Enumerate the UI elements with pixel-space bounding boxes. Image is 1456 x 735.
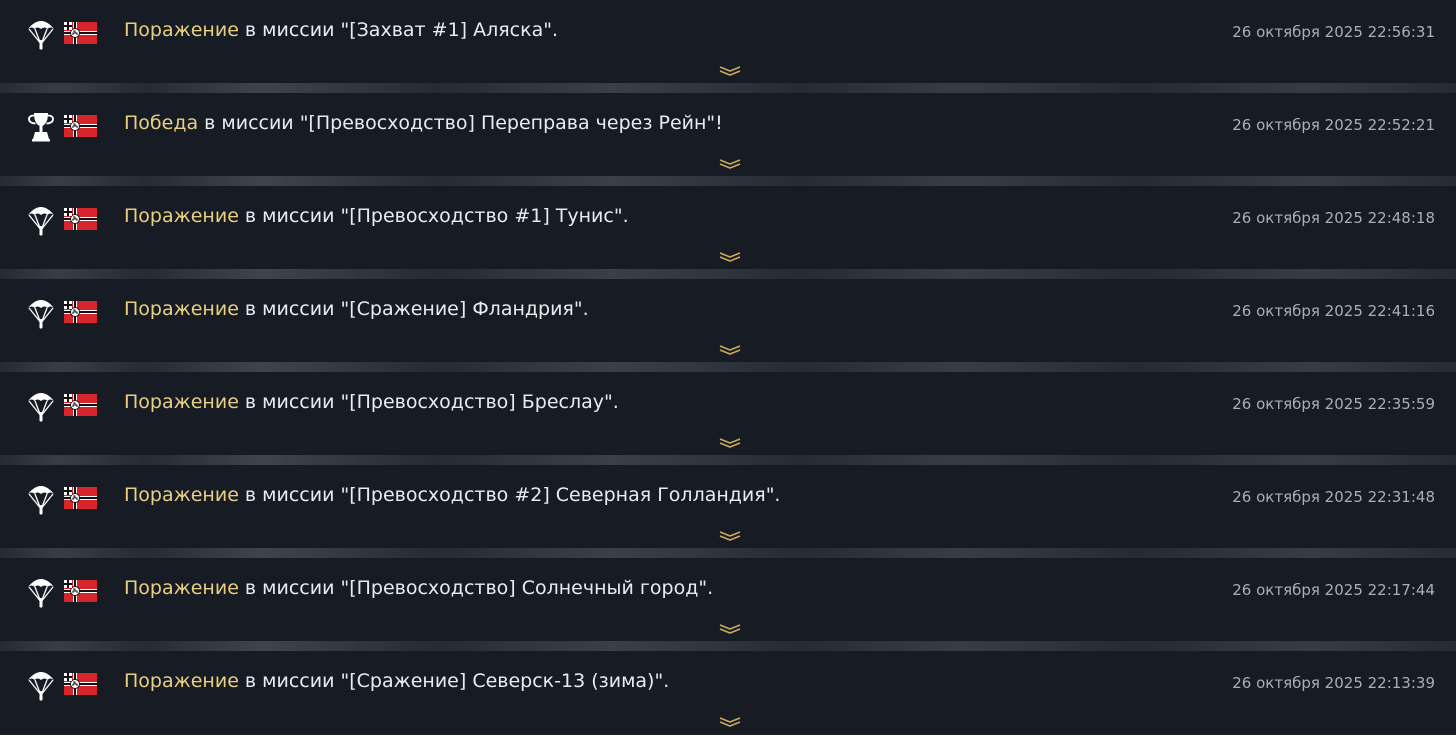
row-divider — [0, 269, 1456, 279]
war-ensign-flag-icon — [64, 487, 97, 509]
entry-message: Поражение в миссии "[Захват #1] Аляска". — [124, 17, 558, 43]
entry-result: Поражение — [124, 484, 239, 506]
entry-text: в миссии "[Сражение] Северск-13 (зима)". — [238, 670, 670, 692]
parachute-icon — [26, 387, 56, 423]
row-divider — [0, 176, 1456, 186]
war-ensign-flag-icon — [64, 394, 97, 416]
trophy-icon — [26, 108, 56, 144]
entry-result: Поражение — [124, 205, 239, 227]
entry-result: Поражение — [124, 391, 239, 413]
parachute-icon — [26, 573, 56, 609]
war-ensign-flag-icon — [64, 208, 97, 230]
entry-timestamp: 26 октября 2025 22:31:48 — [1232, 488, 1435, 506]
entry-text: в миссии "[Сражение] Фландрия". — [238, 298, 589, 320]
double-chevron-down-icon[interactable] — [719, 345, 741, 355]
entry-result: Поражение — [124, 298, 239, 320]
war-ensign-flag-icon — [64, 673, 97, 695]
entry-timestamp: 26 октября 2025 22:17:44 — [1232, 581, 1435, 599]
entry-result: Победа — [124, 112, 199, 134]
double-chevron-down-icon[interactable] — [719, 66, 741, 76]
entry-text: в миссии "[Превосходство] Переправа чере… — [198, 112, 723, 134]
entry-message: Поражение в миссии "[Сражение] Фландрия"… — [124, 296, 589, 322]
battle-log-feed: Поражение в миссии "[Захват #1] Аляска".… — [0, 0, 1456, 735]
entry-timestamp: 26 октября 2025 22:35:59 — [1232, 395, 1435, 413]
entry-result: Поражение — [124, 577, 239, 599]
double-chevron-down-icon[interactable] — [719, 252, 741, 262]
entry-result: Поражение — [124, 19, 239, 41]
entry-timestamp: 26 октября 2025 22:56:31 — [1232, 23, 1435, 41]
log-entry[interactable]: Поражение в миссии "[Превосходство] Брес… — [0, 372, 1456, 455]
entry-text: в миссии "[Превосходство] Солнечный горо… — [238, 577, 714, 599]
log-entry[interactable]: Поражение в миссии "[Превосходство] Солн… — [0, 558, 1456, 641]
entry-message: Поражение в миссии "[Превосходство] Солн… — [124, 575, 713, 601]
entry-text: в миссии "[Превосходство #1] Тунис". — [238, 205, 629, 227]
entry-timestamp: 26 октября 2025 22:48:18 — [1232, 209, 1435, 227]
log-entry[interactable]: Победа в миссии "[Превосходство] Перепра… — [0, 93, 1456, 176]
entry-timestamp: 26 октября 2025 22:41:16 — [1232, 302, 1435, 320]
entry-text: в миссии "[Превосходство #2] Северная Го… — [238, 484, 781, 506]
row-divider — [0, 83, 1456, 93]
log-entry[interactable]: Поражение в миссии "[Захват #1] Аляска".… — [0, 0, 1456, 83]
double-chevron-down-icon[interactable] — [719, 624, 741, 634]
double-chevron-down-icon[interactable] — [719, 717, 741, 727]
double-chevron-down-icon[interactable] — [719, 438, 741, 448]
war-ensign-flag-icon — [64, 301, 97, 323]
entry-text: в миссии "[Превосходство] Бреслау". — [238, 391, 619, 413]
war-ensign-flag-icon — [64, 580, 97, 602]
entry-text: в миссии "[Захват #1] Аляска". — [238, 19, 559, 41]
entry-timestamp: 26 октября 2025 22:13:39 — [1232, 674, 1435, 692]
log-entry[interactable]: Поражение в миссии "[Сражение] Фландрия"… — [0, 279, 1456, 362]
entry-message: Победа в миссии "[Превосходство] Перепра… — [124, 110, 723, 136]
war-ensign-flag-icon — [64, 22, 97, 44]
parachute-icon — [26, 294, 56, 330]
row-divider — [0, 548, 1456, 558]
log-entry[interactable]: Поражение в миссии "[Сражение] Северск-1… — [0, 651, 1456, 734]
log-entry[interactable]: Поражение в миссии "[Превосходство #1] Т… — [0, 186, 1456, 269]
entry-message: Поражение в миссии "[Превосходство #1] Т… — [124, 203, 629, 229]
entry-message: Поражение в миссии "[Превосходство] Брес… — [124, 389, 619, 415]
row-divider — [0, 362, 1456, 372]
row-divider — [0, 641, 1456, 651]
war-ensign-flag-icon — [64, 115, 97, 137]
row-divider — [0, 455, 1456, 465]
entry-message: Поражение в миссии "[Превосходство #2] С… — [124, 482, 780, 508]
log-entry[interactable]: Поражение в миссии "[Превосходство #2] С… — [0, 465, 1456, 548]
double-chevron-down-icon[interactable] — [719, 531, 741, 541]
parachute-icon — [26, 201, 56, 237]
parachute-icon — [26, 480, 56, 516]
parachute-icon — [26, 15, 56, 51]
entry-result: Поражение — [124, 670, 239, 692]
entry-message: Поражение в миссии "[Сражение] Северск-1… — [124, 668, 669, 694]
double-chevron-down-icon[interactable] — [719, 159, 741, 169]
entry-timestamp: 26 октября 2025 22:52:21 — [1232, 116, 1435, 134]
parachute-icon — [26, 666, 56, 702]
